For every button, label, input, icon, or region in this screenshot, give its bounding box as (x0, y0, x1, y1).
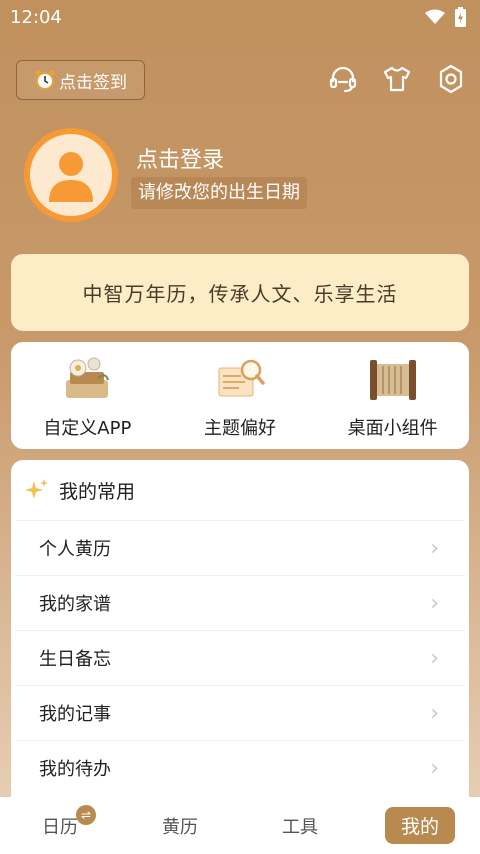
feature-custom-app[interactable]: 自定义APP (11, 342, 164, 449)
avatar[interactable] (24, 128, 118, 222)
status-icons (425, 7, 466, 27)
wifi-icon (425, 9, 445, 24)
tab-label: 黄历 (162, 816, 198, 838)
slogan-text: 中智万年历，传承人文、乐享生活 (82, 282, 398, 306)
chevron-right-icon: › (430, 700, 439, 726)
customer-service-icon[interactable] (326, 62, 360, 96)
checkin-label: 点击签到 (59, 72, 127, 93)
chevron-right-icon: › (430, 590, 439, 616)
feature-label: 自定义APP (43, 418, 132, 439)
settings-gear-icon[interactable] (434, 62, 468, 96)
chevron-right-icon: › (430, 535, 439, 561)
feature-label: 主题偏好 (204, 418, 276, 439)
tab-mine[interactable]: 我的 (360, 807, 480, 844)
top-actions (326, 62, 468, 96)
favorites-card: 我的常用 个人黄历 › 我的家谱 › 生日备忘 › 我的记事 › 我的待办 › (11, 460, 469, 854)
favorites-title: 我的常用 (59, 480, 136, 503)
list-item-label: 生日备忘 (39, 649, 111, 670)
favorites-header: 我的常用 (11, 460, 469, 520)
list-item-label: 个人黄历 (39, 539, 111, 560)
tab-label: 日历 (42, 816, 78, 838)
slogan-banner: 中智万年历，传承人文、乐享生活 (11, 254, 469, 331)
feature-label: 桌面小组件 (347, 418, 438, 439)
list-item-label: 我的家谱 (39, 594, 111, 615)
checkin-button[interactable]: 点击签到 (16, 60, 145, 100)
birth-date-tip[interactable]: 请修改您的出生日期 (131, 177, 307, 209)
list-item-notes[interactable]: 我的记事 › (15, 685, 465, 740)
tab-tools[interactable]: 工具 (240, 813, 360, 839)
tab-label: 工具 (282, 816, 318, 838)
tab-almanac[interactable]: 黄历 (120, 813, 240, 839)
desktop-widget-icon (366, 354, 420, 406)
status-time: 12:04 (10, 6, 62, 28)
list-item-todo[interactable]: 我的待办 › (15, 740, 465, 795)
list-item-label: 我的记事 (39, 704, 111, 725)
feature-card: 自定义APP 主题偏好 桌面小组件 (11, 342, 469, 449)
list-item-family-tree[interactable]: 我的家谱 › (15, 575, 465, 630)
battery-charging-icon (455, 7, 466, 27)
tab-label: 我的 (400, 816, 439, 838)
list-item-label: 我的待办 (39, 759, 111, 780)
status-bar: 12:04 (0, 0, 480, 34)
login-link[interactable]: 点击登录 (136, 142, 224, 174)
feature-theme-preference[interactable]: 主题偏好 (164, 342, 317, 449)
alarm-clock-icon (35, 70, 55, 90)
chevron-right-icon: › (430, 755, 439, 781)
sparkle-icon (25, 479, 48, 499)
custom-app-icon (60, 354, 114, 406)
list-item-birthday-memo[interactable]: 生日备忘 › (15, 630, 465, 685)
theme-shirt-icon[interactable] (380, 62, 414, 96)
switch-icon: ⇌ (76, 804, 96, 825)
theme-preference-icon (213, 354, 267, 406)
list-item-personal-almanac[interactable]: 个人黄历 › (15, 520, 465, 575)
chevron-right-icon: › (430, 645, 439, 671)
tab-calendar[interactable]: 日历 ⇌ (0, 804, 120, 839)
feature-desktop-widget[interactable]: 桌面小组件 (316, 342, 469, 449)
bottom-tab-bar: 日历 ⇌ 黄历 工具 我的 (0, 797, 480, 854)
user-placeholder-icon (49, 152, 93, 202)
